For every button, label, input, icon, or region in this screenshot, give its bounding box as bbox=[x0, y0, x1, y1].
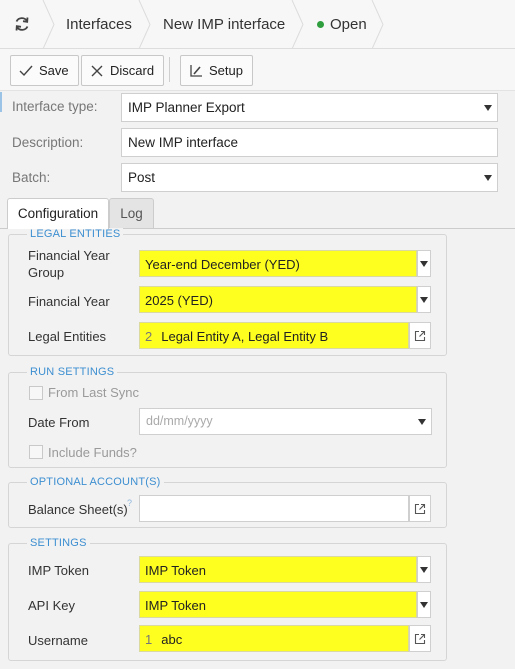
description-input[interactable]: New IMP interface bbox=[121, 128, 498, 157]
chevron-down-icon[interactable] bbox=[417, 286, 431, 313]
legal-entities-title: LEGAL ENTITIES bbox=[27, 228, 124, 241]
api-key-label: API Key bbox=[28, 598, 75, 613]
toolbar-divider bbox=[169, 57, 170, 82]
financial-year-label: Financial Year bbox=[28, 294, 110, 309]
financial-year-select[interactable]: 2025 (YED) bbox=[139, 286, 417, 313]
external-link-icon[interactable] bbox=[409, 322, 431, 349]
toolbar: Save Discard Setup bbox=[0, 49, 515, 91]
chevron-down-icon bbox=[413, 409, 431, 434]
external-link-icon[interactable] bbox=[409, 495, 431, 522]
from-last-sync-label: From Last Sync bbox=[48, 385, 140, 400]
api-key-select[interactable]: IMP Token bbox=[139, 591, 417, 618]
include-funds-checkbox[interactable] bbox=[29, 445, 43, 459]
breadcrumb-separator bbox=[42, 0, 56, 49]
external-link-icon[interactable] bbox=[409, 625, 431, 652]
chevron-down-icon bbox=[479, 94, 497, 121]
interface-type-value: IMP Planner Export bbox=[128, 100, 245, 115]
breadcrumb-separator bbox=[371, 0, 385, 49]
breadcrumb-separator bbox=[138, 0, 152, 49]
from-last-sync-checkbox[interactable] bbox=[29, 386, 43, 400]
username-value: abc bbox=[161, 632, 183, 647]
chevron-down-icon[interactable] bbox=[417, 556, 431, 583]
imp-token-label: IMP Token bbox=[28, 563, 89, 578]
scroll-indicator bbox=[0, 92, 2, 112]
run-settings-title: RUN SETTINGS bbox=[27, 366, 118, 379]
tab-log[interactable]: Log bbox=[109, 198, 154, 228]
checkmark-icon bbox=[19, 64, 33, 78]
chevron-down-icon bbox=[479, 164, 497, 191]
username-field[interactable]: 1 abc bbox=[139, 625, 409, 652]
setup-button[interactable]: Setup bbox=[180, 55, 253, 86]
date-from-label: Date From bbox=[28, 415, 90, 430]
include-funds-label: Include Funds? bbox=[48, 445, 137, 460]
balance-sheets-label: Balance Sheet(s) bbox=[28, 502, 128, 517]
breadcrumb-current-item: New IMP interface bbox=[163, 16, 286, 33]
description-value: New IMP interface bbox=[128, 135, 239, 150]
chart-edit-icon bbox=[189, 64, 203, 78]
date-from-placeholder: dd/mm/yyyy bbox=[146, 414, 213, 428]
breadcrumb-interfaces-link[interactable]: Interfaces bbox=[66, 0, 132, 49]
legal-entities-field[interactable]: 2 Legal Entity A, Legal Entity B bbox=[139, 322, 409, 349]
discard-button-label: Discard bbox=[110, 63, 155, 78]
legal-entities-label: Legal Entities bbox=[28, 329, 107, 344]
discard-button[interactable]: Discard bbox=[81, 55, 165, 86]
batch-value: Post bbox=[128, 170, 156, 185]
setup-button-label: Setup bbox=[209, 63, 243, 78]
balance-sheets-field[interactable] bbox=[139, 495, 409, 522]
save-button-label: Save bbox=[39, 63, 69, 78]
save-button[interactable]: Save bbox=[10, 55, 79, 86]
financial-year-group-value: Year-end December (YED) bbox=[145, 257, 300, 272]
close-icon bbox=[90, 64, 104, 78]
help-icon[interactable]: ? bbox=[127, 498, 132, 508]
optional-accounts-title: OPTIONAL ACCOUNT(S) bbox=[27, 476, 164, 489]
financial-year-value: 2025 (YED) bbox=[145, 293, 213, 308]
chevron-down-icon[interactable] bbox=[417, 591, 431, 618]
username-label: Username bbox=[28, 633, 88, 648]
api-key-value: IMP Token bbox=[145, 598, 206, 613]
financial-year-group-select[interactable]: Year-end December (YED) bbox=[139, 250, 417, 277]
status-badge: Open bbox=[317, 0, 367, 49]
imp-token-select[interactable]: IMP Token bbox=[139, 556, 417, 583]
description-label: Description: bbox=[12, 135, 84, 150]
legal-entities-count: 2 bbox=[145, 329, 153, 344]
legal-entities-value: Legal Entity A, Legal Entity B bbox=[161, 329, 329, 344]
breadcrumb-separator bbox=[291, 0, 305, 49]
interface-type-label: Interface type: bbox=[12, 99, 98, 114]
batch-label: Batch: bbox=[12, 170, 51, 185]
refresh-icon[interactable] bbox=[10, 12, 34, 36]
interface-type-select[interactable]: IMP Planner Export bbox=[121, 93, 498, 122]
date-from-input[interactable]: dd/mm/yyyy bbox=[139, 408, 432, 435]
tab-configuration[interactable]: Configuration bbox=[7, 198, 109, 229]
status-dot-icon bbox=[317, 21, 324, 28]
username-count: 1 bbox=[145, 632, 153, 647]
status-label: Open bbox=[330, 16, 367, 33]
breadcrumb: Interfaces New IMP interface Open bbox=[0, 0, 515, 49]
financial-year-group-label: Financial Year Group bbox=[28, 248, 110, 280]
settings-title: SETTINGS bbox=[27, 537, 90, 550]
imp-token-value: IMP Token bbox=[145, 563, 206, 578]
batch-select[interactable]: Post bbox=[121, 163, 498, 192]
chevron-down-icon[interactable] bbox=[417, 250, 431, 277]
